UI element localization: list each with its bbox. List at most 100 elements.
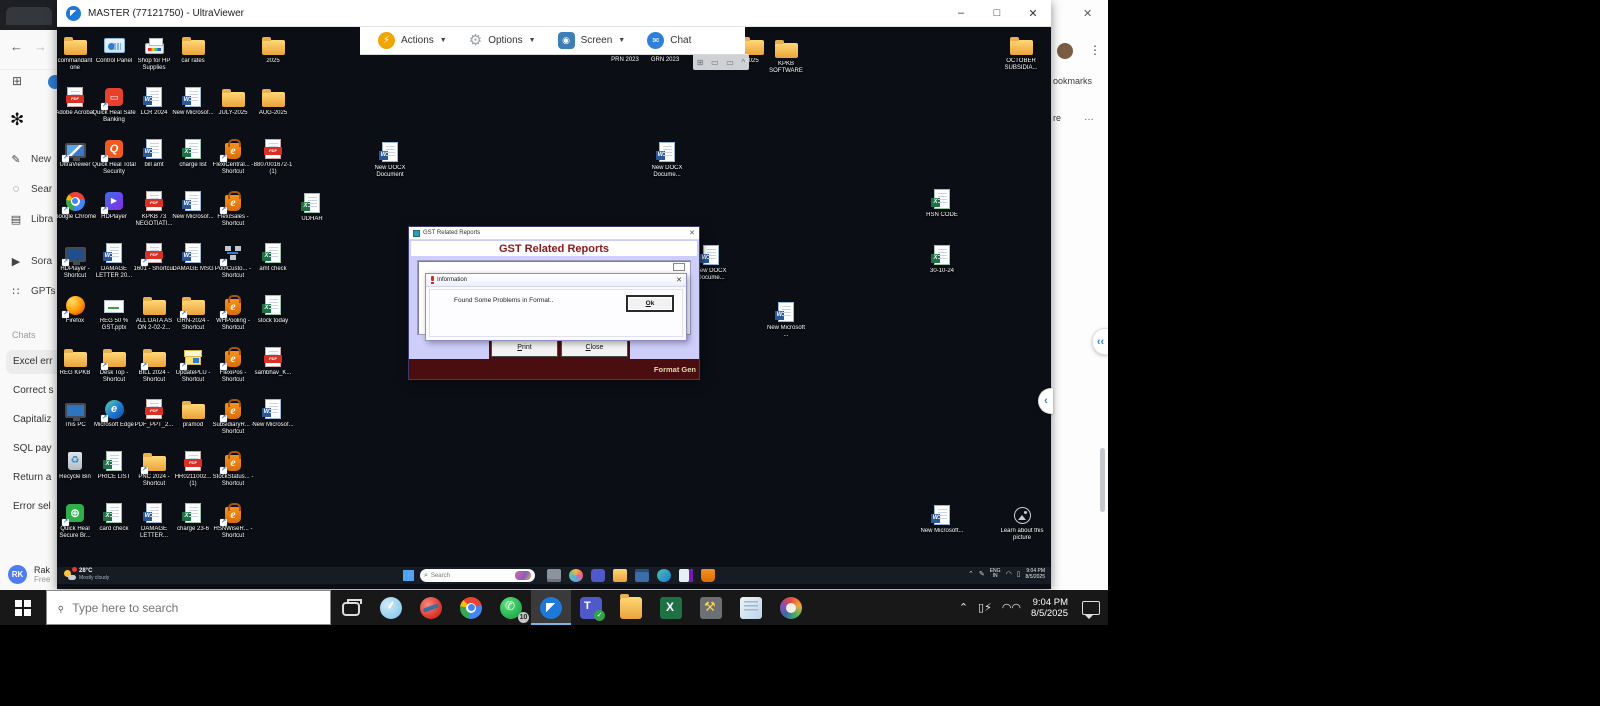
chat-item[interactable]: Return a — [6, 466, 57, 490]
tab-groups-icon[interactable]: ⊞ — [12, 74, 22, 88]
desktop-icon[interactable]: ↗UpdatePLU - Shortcut — [171, 345, 215, 384]
battery-icon[interactable]: ▯⚡ — [978, 601, 992, 614]
chat-item[interactable]: Correct s — [6, 379, 57, 403]
chat-item[interactable]: SQL pay — [6, 437, 57, 461]
tray-chevron-icon[interactable]: ⌃ — [968, 570, 974, 578]
actions-menu[interactable]: ⚡ Actions ▼ — [370, 32, 455, 49]
browser-tab[interactable] — [6, 7, 52, 25]
desktop-icon[interactable]: e↗FlexiSales - Shortcut — [211, 189, 255, 228]
search-input[interactable] — [72, 601, 292, 615]
remote-search-box[interactable]: ⌕ Search — [420, 569, 535, 582]
desktop-icon[interactable]: commandant one — [57, 33, 97, 72]
whatsapp-taskbar-button[interactable]: 10 — [491, 590, 531, 625]
desktop-icon[interactable]: ↗PoolCusto... - Shortcut — [211, 241, 255, 280]
sidebar-item-libra[interactable]: ▤Libra — [10, 208, 57, 230]
desktop-icon[interactable]: PRICE LIST — [92, 449, 136, 481]
maximize-button[interactable]: □ — [979, 0, 1015, 27]
desktop-icon[interactable]: LCR 2024 — [132, 85, 176, 117]
store-bag-icon[interactable] — [701, 569, 715, 582]
paint-taskbar-button[interactable] — [771, 590, 811, 625]
chrome-taskbar-button[interactable] — [451, 590, 491, 625]
close-icon[interactable]: ✕ — [689, 229, 695, 237]
desktop-icon[interactable]: sambhav_K... — [251, 345, 295, 377]
remote-clock[interactable]: 9:04 PM 8/5/2025 — [1026, 568, 1045, 580]
chat-item[interactable]: Error sel — [6, 495, 57, 519]
calculator-icon[interactable] — [635, 569, 649, 582]
close-icon[interactable]: ✕ — [676, 276, 682, 284]
desktop-icon[interactable]: e↗FlexiPos - Shortcut — [211, 345, 255, 384]
desktop-icon[interactable]: ▶↗HDPlayer — [92, 189, 136, 221]
sidebar-item-sora[interactable]: ▶Sora — [10, 250, 57, 272]
desktop-icon[interactable]: UDHAR — [290, 191, 334, 223]
desktop-icon[interactable]: 8807001672-1 (1) — [251, 137, 295, 176]
excel-taskbar-button[interactable] — [651, 590, 691, 625]
tray-chevron-icon[interactable]: ⌃ — [959, 601, 968, 614]
desktop-icon[interactable]: e↗StockStatus... - Shortcut — [211, 449, 255, 488]
print-button[interactable]: Print — [491, 339, 558, 357]
desktop-icon[interactable]: New DOCX Docume... — [645, 140, 689, 179]
desktop-icon[interactable]: Learn about this picture — [1000, 503, 1044, 542]
copilot-icon[interactable] — [569, 569, 583, 582]
notepad-taskbar-button[interactable] — [731, 590, 771, 625]
desktop-icon[interactable]: REG KPKB — [57, 345, 97, 377]
chat-item[interactable]: Capitaliz — [6, 408, 57, 432]
desktop-icon[interactable]: ↗Google Chrome — [57, 189, 97, 221]
close-icon[interactable]: ✕ — [1083, 7, 1092, 20]
desktop-icon[interactable]: Control Panel — [92, 33, 136, 65]
bookmarks-label[interactable]: ookmarks — [1053, 76, 1092, 86]
remote-system-tray[interactable]: ⌃ ✎ ENG IN ◠ ▯ 9:04 PM 8/5/2025 — [968, 568, 1045, 580]
screen-menu[interactable]: ◉ Screen ▼ — [550, 32, 634, 49]
desktop-icon[interactable]: DAMAGE MSG — [171, 241, 215, 273]
host-system-tray[interactable]: ⌃ ▯⚡ ◠◠ 9:04 PM 8/5/2025 — [959, 597, 1108, 619]
ultraviewer-titlebar[interactable]: MASTER (77121750) - UltraViewer – □ ✕ — [57, 0, 1051, 27]
desktop-icon[interactable]: 2025 — [251, 33, 295, 65]
media-red-taskbar-button[interactable] — [411, 590, 451, 625]
teams-icon[interactable] — [591, 569, 605, 582]
battery-icon[interactable]: ▯ — [1017, 570, 1021, 578]
information-titlebar[interactable]: Information ✕ — [426, 274, 686, 287]
maintenance-taskbar-button[interactable] — [691, 590, 731, 625]
desktop-icon[interactable]: ↗UltraViewer — [57, 137, 97, 169]
start-button-icon[interactable] — [403, 570, 414, 581]
desktop-icon[interactable]: ↗BILL 2024 - Shortcut — [132, 345, 176, 384]
collapse-chevron-icon[interactable]: ^ — [741, 58, 745, 67]
desktop-icon[interactable]: Adobe Acrobat — [57, 85, 97, 117]
scrollbar-thumb[interactable] — [1100, 448, 1105, 512]
desktop-icon[interactable]: e↗HSNWiseR... - Shortcut — [211, 501, 255, 540]
desktop-icon[interactable]: card check — [92, 501, 136, 533]
desktop-icon[interactable]: REG 50 % GST.pptx — [92, 293, 136, 332]
desktop-icon[interactable]: New Microsof... — [251, 397, 295, 429]
teams-taskbar-button[interactable] — [571, 590, 611, 625]
desktop-icon[interactable]: New Microsoft ... — [764, 300, 808, 339]
chat-item[interactable]: Excel err — [6, 350, 57, 374]
minimize-button[interactable]: – — [943, 0, 979, 27]
forward-icon[interactable]: → — [34, 39, 47, 54]
task-view-taskbar-button[interactable] — [331, 590, 371, 625]
desktop-icon[interactable]: Shop for HP Supplies — [132, 33, 176, 72]
desktop-icon[interactable]: stock today — [251, 293, 295, 325]
language-indicator[interactable]: ENG IN — [990, 569, 1001, 580]
chatgpt-logo-icon[interactable]: ✻ — [10, 110, 24, 130]
host-clock[interactable]: 9:04 PM 8/5/2025 — [1031, 597, 1068, 619]
weather-widget[interactable]: 28°C Mostly cloudy — [64, 568, 109, 581]
desktop-icon[interactable]: charge 23-6 — [171, 501, 215, 533]
close-button[interactable]: ✕ — [1015, 0, 1051, 27]
desktop-icon[interactable]: ALL DATA AS ON 2-02-2... — [132, 293, 176, 332]
wifi-icon[interactable]: ◠◠ — [1002, 601, 1021, 614]
desktop-icon[interactable]: ↗Firefox — [57, 293, 97, 325]
menu-kebab-icon[interactable]: ⋮ — [1089, 43, 1101, 57]
desktop-icon[interactable]: bill amt — [132, 137, 176, 169]
desktop-icon[interactable]: New Microsof... — [171, 85, 215, 117]
chat-menu[interactable]: ✉ Chat — [639, 32, 699, 49]
desktop-icon[interactable]: DAMAGE LETTER 20... — [92, 241, 136, 280]
desktop-icon[interactable]: ↗PNC 2024 - Shortcut — [132, 449, 176, 488]
desktop-icon[interactable]: KPKB 73 NEGOTIATI... — [132, 189, 176, 228]
desktop-icon[interactable]: charge list — [171, 137, 215, 169]
desktop-icon[interactable]: New Microsoft... — [920, 503, 964, 535]
gst-dialog-titlebar[interactable]: GST Related Reports ✕ — [409, 227, 699, 240]
more-dots-icon[interactable]: … — [1084, 112, 1094, 123]
desktop-icon[interactable]: pramod — [171, 397, 215, 429]
desktop-icon[interactable]: car rates — [171, 33, 215, 65]
share-label[interactable]: re — [1053, 113, 1061, 123]
desktop-icon[interactable]: e↗WHPooling - Shortcut — [211, 293, 255, 332]
